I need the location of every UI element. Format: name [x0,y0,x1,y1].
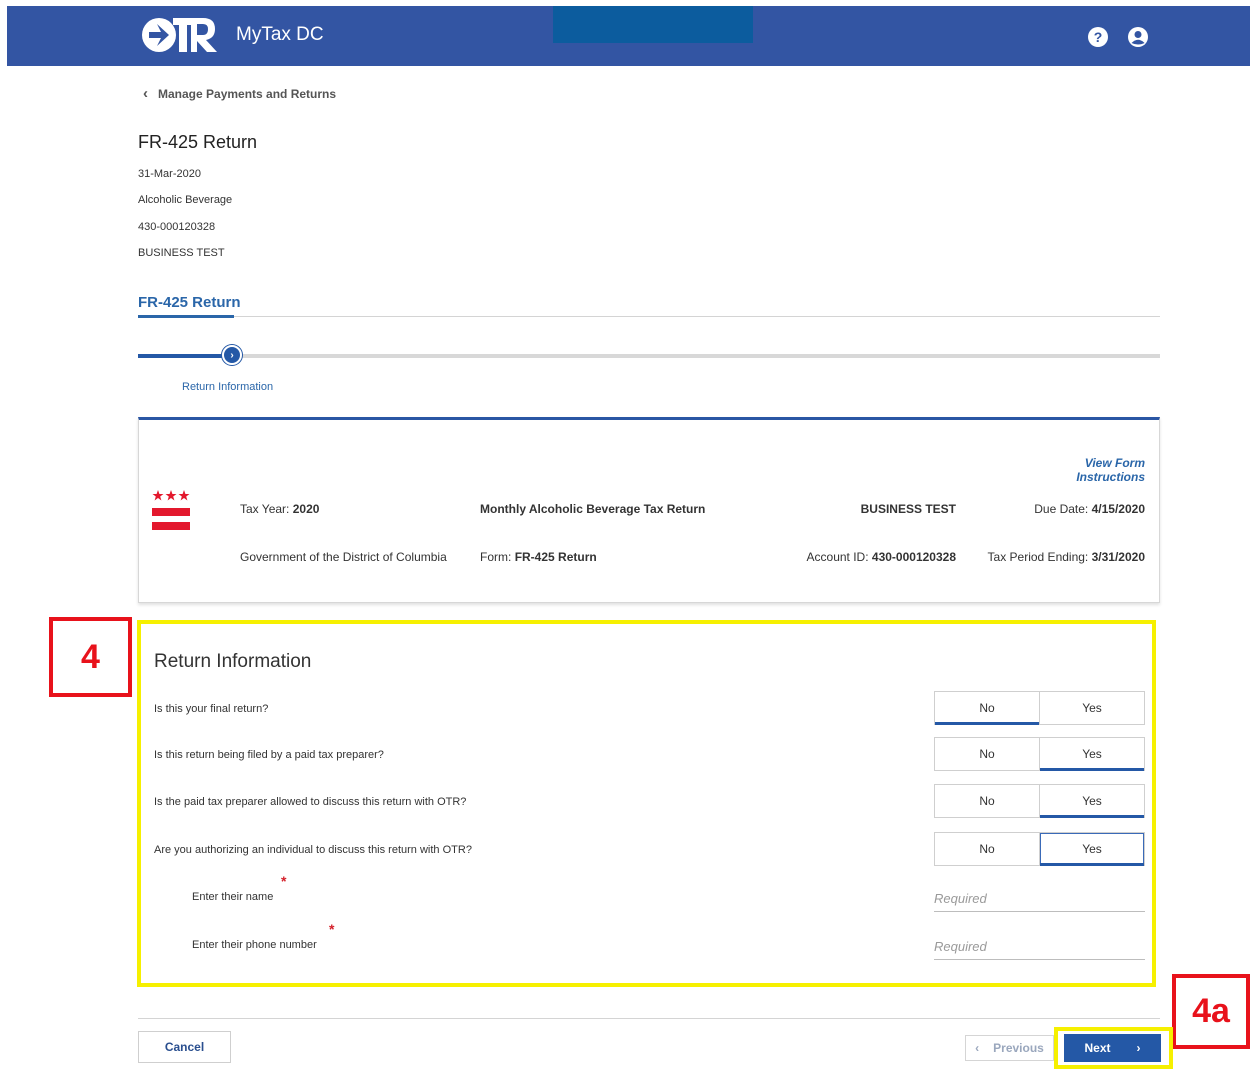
previous-label: Previous [993,1041,1044,1055]
required-asterisk: * [281,873,287,889]
question-preparer-discuss: Is the paid tax preparer allowed to disc… [154,796,467,808]
step-label[interactable]: Return Information [182,381,273,393]
cancel-button[interactable]: Cancel [138,1031,231,1063]
name-field-label: Enter their name [192,891,274,903]
preparer-discuss-toggle: No Yes [934,784,1145,818]
question-final-return: Is this your final return? [154,703,269,715]
return-business: BUSINESS TEST [138,247,225,259]
callout-step-4a: 4a [1172,974,1250,1049]
next-label: Next [1084,1041,1111,1055]
view-form-instructions-link[interactable]: View Form Instructions [1020,456,1145,484]
return-period: 31-Mar-2020 [138,168,201,180]
back-link[interactable]: ‹ Manage Payments and Returns [143,85,336,102]
brand-name: MyTax DC [236,24,324,45]
final-return-toggle: No Yes [934,691,1145,725]
question-paid-preparer: Is this return being filed by a paid tax… [154,749,384,761]
question-authorize-individual: Are you authorizing an individual to dis… [154,844,472,856]
footer-divider [138,1018,1160,1019]
tax-period-ending: Tax Period Ending: 3/31/2020 [988,550,1145,564]
chevron-left-icon: ‹ [975,1041,980,1055]
chevron-left-icon: ‹ [143,85,148,102]
account-id: Account ID: 430-000120328 [807,550,956,564]
preparer-discuss-yes[interactable]: Yes [1039,785,1144,818]
required-asterisk: * [329,921,335,937]
form-heading: Return Information [154,651,312,672]
card-business-name: BUSINESS TEST [860,502,956,516]
account-id-label: Account ID: [806,550,869,564]
tax-year-value: 2020 [292,502,320,516]
tax-year: Tax Year: 2020 [240,502,319,516]
name-input[interactable] [934,886,1145,912]
paid-preparer-toggle: No Yes [934,737,1145,771]
step-indicator[interactable]: › [222,345,242,365]
stepper-track [138,354,1160,358]
final-return-yes[interactable]: Yes [1039,692,1144,724]
return-account: 430-000120328 [138,221,216,233]
return-tax-type: Alcoholic Beverage [138,194,233,206]
paid-preparer-yes[interactable]: Yes [1039,738,1144,771]
due-date-label: Due Date: [1034,502,1089,516]
user-icon[interactable] [1127,26,1149,48]
authorize-individual-toggle: No Yes [934,832,1145,866]
chevron-right-icon: › [230,349,234,361]
tab-divider [234,316,1160,317]
previous-button[interactable]: ‹ Previous [965,1035,1054,1061]
form-label: Form: [480,550,512,564]
form-value: FR-425 Return [514,550,597,564]
tax-period-label: Tax Period Ending: [987,550,1089,564]
help-icon[interactable]: ? [1087,26,1109,48]
return-name: Monthly Alcoholic Beverage Tax Return [480,502,706,516]
phone-input[interactable] [934,934,1145,960]
tab-active-indicator [138,315,234,318]
callout-step-4: 4 [49,617,132,697]
page-title: FR-425 Return [138,132,258,152]
stepper-progress [138,354,230,358]
government-name: Government of the District of Columbia [240,550,447,564]
preparer-discuss-no[interactable]: No [935,785,1039,817]
svg-text:?: ? [1094,29,1103,45]
form-name: Form: FR-425 Return [480,550,597,564]
tax-year-label: Tax Year: [240,502,290,516]
otr-logo[interactable] [139,10,219,60]
next-button[interactable]: Next › [1064,1034,1161,1062]
due-date: Due Date: 4/15/2020 [1034,502,1145,516]
due-date-value: 4/15/2020 [1091,502,1145,516]
phone-field-label: Enter their phone number [192,939,317,951]
chevron-right-icon: › [1136,1041,1141,1055]
account-id-value: 430-000120328 [871,550,956,564]
authorize-individual-yes[interactable]: Yes [1039,833,1144,866]
authorize-individual-no[interactable]: No [935,833,1039,865]
return-info-card: View Form Instructions Tax Year: 2020 Go… [138,417,1160,603]
tab-fr-425-return[interactable]: FR-425 Return [138,294,241,311]
final-return-no[interactable]: No [935,692,1039,725]
header-banner-block [553,6,753,43]
paid-preparer-no[interactable]: No [935,738,1039,770]
tax-period-value: 3/31/2020 [1091,550,1145,564]
back-link-label: Manage Payments and Returns [158,86,337,101]
dc-flag-icon [152,490,190,530]
